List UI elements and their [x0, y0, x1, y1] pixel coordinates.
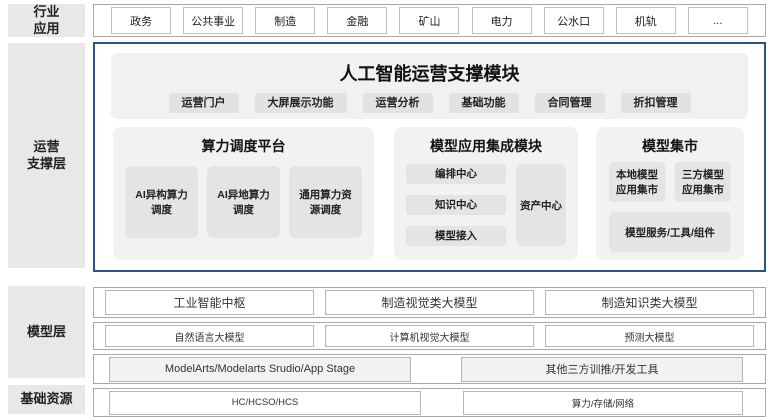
third-party-training-dev-tools: 其他三方训推/开发工具 — [461, 357, 743, 382]
industry-item-more: ... — [688, 7, 748, 34]
function-operation-portal: 运营门户 — [169, 93, 239, 113]
industry-layer-label: 行业 应用 — [8, 4, 85, 37]
nlp-large-model: 自然语言大模型 — [105, 325, 314, 347]
model-marketplace-title: 模型集市 — [596, 127, 744, 156]
industry-item-utilities: 公共事业 — [183, 7, 243, 34]
prediction-large-model: 预测大模型 — [545, 325, 754, 347]
industry-item-water-port: 公水口 — [544, 7, 604, 34]
operation-support-layer-label: 运营 支撑层 — [8, 43, 85, 268]
integration-body: 编排中心 知识中心 模型接入 资产中心 — [394, 156, 578, 246]
model-layer-row-2: 自然语言大模型 计算机视觉大模型 预测大模型 — [93, 322, 766, 350]
model-layer-row-1: 工业智能中枢 制造视觉类大模型 制造知识类大模型 — [93, 287, 766, 318]
industrial-intelligence-hub: 工业智能中枢 — [105, 290, 314, 315]
compute-boxes-row: AI异构算力调度 AI异地算力调度 通用算力资源调度 — [113, 156, 374, 238]
cv-large-model: 计算机视觉大模型 — [325, 325, 534, 347]
model-app-integration-module-title: 模型应用集成模块 — [394, 127, 578, 156]
ai-operation-support-module: 人工智能运营支撑模块 运营门户 大屏展示功能 运营分析 基础功能 合同管理 折扣… — [111, 53, 748, 119]
knowledge-center: 知识中心 — [406, 195, 506, 215]
industry-item-power: 电力 — [472, 7, 532, 34]
compute-storage-network: 算力/存储/网络 — [463, 391, 743, 415]
industry-item-mining: 矿山 — [399, 7, 459, 34]
industry-apps-container: 政务 公共事业 制造 金融 矿山 电力 公水口 机轨 ... — [93, 4, 766, 37]
local-model-app-market: 本地模型应用集市 — [609, 162, 665, 202]
general-compute-resource-scheduling: 通用算力资源调度 — [289, 166, 362, 238]
ai-heterogeneous-compute-scheduling: AI异构算力调度 — [125, 166, 198, 238]
operation-support-container: 人工智能运营支撑模块 运营门户 大屏展示功能 运营分析 基础功能 合同管理 折扣… — [93, 42, 766, 272]
orchestration-center: 编排中心 — [406, 164, 506, 184]
ai-platform-architecture-diagram: 行业 应用 运营 支撑层 模型层 基础资源 政务 公共事业 制造 金融 矿山 电… — [0, 0, 774, 420]
model-services-tools-components: 模型服务/工具/组件 — [609, 212, 731, 252]
function-dashboard-display: 大屏展示功能 — [255, 93, 347, 113]
marketplace-top-row: 本地模型应用集市 三方模型应用集市 — [596, 156, 744, 202]
function-basic: 基础功能 — [449, 93, 519, 113]
model-marketplace: 模型集市 本地模型应用集市 三方模型应用集市 模型服务/工具/组件 — [596, 127, 744, 260]
base-resource-row: HC/HCSO/HCS 算力/存储/网络 — [93, 388, 766, 417]
ai-remote-compute-scheduling: AI异地算力调度 — [207, 166, 280, 238]
industry-item-government: 政务 — [111, 7, 171, 34]
industry-item-finance: 金融 — [327, 7, 387, 34]
modelarts-appstage-tools: ModelArts/Modelarts Srudio/App Stage — [109, 357, 411, 382]
hc-hcso-hcs: HC/HCSO/HCS — [109, 391, 421, 415]
function-operation-analysis: 运营分析 — [363, 93, 433, 113]
integration-left-column: 编排中心 知识中心 模型接入 — [406, 164, 506, 246]
function-contract-management: 合同管理 — [535, 93, 605, 113]
compute-scheduling-platform-title: 算力调度平台 — [113, 127, 374, 156]
support-functions-row: 运营门户 大屏展示功能 运营分析 基础功能 合同管理 折扣管理 — [111, 93, 748, 113]
manufacturing-knowledge-large-model: 制造知识类大模型 — [545, 290, 754, 315]
asset-center: 资产中心 — [516, 164, 566, 246]
ai-operation-support-module-title: 人工智能运营支撑模块 — [111, 53, 748, 86]
model-layer-row-3: ModelArts/Modelarts Srudio/App Stage 其他三… — [93, 354, 766, 384]
industry-item-manufacturing: 制造 — [255, 7, 315, 34]
industry-item-airport-rail: 机轨 — [616, 7, 676, 34]
model-access: 模型接入 — [406, 226, 506, 246]
base-resource-layer-label: 基础资源 — [8, 385, 85, 414]
third-party-model-app-market: 三方模型应用集市 — [675, 162, 731, 202]
model-app-integration-module: 模型应用集成模块 编排中心 知识中心 模型接入 资产中心 — [394, 127, 578, 260]
manufacturing-vision-large-model: 制造视觉类大模型 — [325, 290, 534, 315]
function-discount-management: 折扣管理 — [621, 93, 691, 113]
compute-scheduling-platform: 算力调度平台 AI异构算力调度 AI异地算力调度 通用算力资源调度 — [113, 127, 374, 260]
model-layer-label: 模型层 — [8, 286, 85, 378]
